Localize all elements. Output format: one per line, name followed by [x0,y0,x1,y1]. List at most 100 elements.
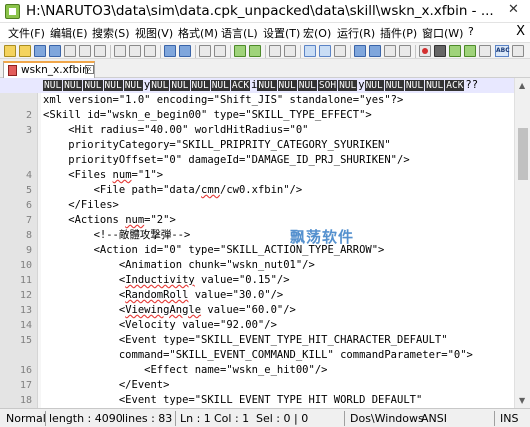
menu-run[interactable]: 运行(R) [337,25,375,41]
status-insert-mode[interactable]: INS [500,412,518,425]
text-token: y [358,79,365,91]
undo-icon[interactable] [164,45,176,57]
scroll-down-arrow-icon[interactable]: ▼ [519,396,525,405]
notepad-plus-plus-icon [5,4,20,19]
save-macro-icon[interactable] [479,45,491,57]
menu-search[interactable]: 搜索(S) [92,25,130,41]
menu-format[interactable]: 格式(M) [178,25,218,41]
save-all-icon[interactable] [49,45,61,57]
line-number: 8 [25,230,32,241]
spell-check-icon[interactable]: ABC [495,45,510,57]
menu-help[interactable]: ? [468,25,474,38]
status-line: Ln : 1 [180,412,211,425]
menu-window[interactable]: 窗口(W) [422,25,463,41]
close-window-button[interactable]: ✕ [508,2,519,17]
paste-icon[interactable] [144,45,156,57]
code-line[interactable]: command="SKILL_EVENT_COMMAND_KILL" comma… [0,348,514,363]
folder-workspace-icon[interactable] [399,45,411,57]
spell-options-icon[interactable] [512,45,524,57]
zoom-in-icon[interactable] [234,45,246,57]
code-text: <RandomRoll value="30.0"/> [43,289,284,301]
new-file-icon[interactable] [4,45,16,57]
code-line[interactable]: NUL NUL NUL NUL NUL yNUL NUL NUL NUL ACK iNUL NUL NU… [0,78,514,93]
indent-guide-icon[interactable] [334,45,346,57]
save-icon[interactable] [34,45,46,57]
control-char-token: NUL [63,80,83,91]
sync-vertical-icon[interactable] [269,45,281,57]
code-line[interactable]: 9 <Action id="0" type="SKILL_ACTION_TYPE… [0,243,514,258]
toolbar-separator [265,45,266,58]
replace-icon[interactable] [214,45,226,57]
menu-file[interactable]: 文件(F) [8,25,45,41]
code-line[interactable]: 11 <Inductivity value="0.15"/> [0,273,514,288]
control-char-token: NUL [150,80,170,91]
close-file-icon[interactable] [64,45,76,57]
control-char-token: NUL [257,80,277,91]
status-bar: Normal length : 4090 lines : 83 Ln : 1 C… [0,408,530,427]
toolbar: ABC [0,42,530,59]
line-number: 3 [25,125,32,136]
sync-horizontal-icon[interactable] [284,45,296,57]
show-all-characters-icon[interactable] [319,45,331,57]
code-line[interactable]: 14 <Velocity value="92.00"/> [0,318,514,333]
code-line[interactable]: xml version="1.0" encoding="Shift_JIS" s… [0,93,514,108]
line-number: 6 [25,200,32,211]
tab-close-button[interactable]: x [85,65,94,74]
line-number: 15 [19,335,32,346]
menu-settings[interactable]: 设置(T) [263,25,300,41]
code-text: xml version="1.0" encoding="Shift_JIS" s… [43,94,404,106]
code-line[interactable]: 15 <Event type="SKILL_EVENT_TYPE_HIT_CHA… [0,333,514,348]
function-list-icon[interactable] [384,45,396,57]
stop-recording-icon[interactable] [434,45,446,57]
vertical-scrollbar[interactable]: ▲ ▼ [514,78,530,408]
find-icon[interactable] [199,45,211,57]
status-separator [45,411,46,426]
redo-icon[interactable] [179,45,191,57]
menu-plugins[interactable]: 插件(P) [380,25,417,41]
code-line[interactable]: priorityCategory="SKILL_PRIPRITY_CATEGOR… [0,138,514,153]
play-macro-icon[interactable] [449,45,461,57]
code-text: <Event type="SKILL_EVENT_TYPE_HIT_CHARAC… [43,334,448,346]
run-macro-multiple-icon[interactable] [464,45,476,57]
open-file-icon[interactable] [19,45,31,57]
code-text: priorityOffset="0" damageId="DAMAGE_ID_P… [43,154,410,166]
code-line[interactable]: priorityOffset="0" damageId="DAMAGE_ID_P… [0,153,514,168]
code-line[interactable]: 6 </Files> [0,198,514,213]
zoom-out-icon[interactable] [249,45,261,57]
user-language-icon[interactable] [354,45,366,57]
code-line[interactable]: 18 <Event type="SKILL EVENT TYPE HIT WOR… [0,393,514,408]
code-line[interactable]: 3 <Hit radius="40.00" worldHitRadius="0" [0,123,514,138]
copy-icon[interactable] [129,45,141,57]
line-number: 4 [25,170,32,181]
scroll-up-arrow-icon[interactable]: ▲ [519,81,525,90]
menu-view[interactable]: 视图(V) [135,25,173,41]
record-macro-icon[interactable] [419,45,431,57]
print-icon[interactable] [94,45,106,57]
code-line[interactable]: 4 <Files num="1"> [0,168,514,183]
code-text: <Event type="SKILL EVENT TYPE HIT WORLD … [43,394,423,406]
code-line[interactable]: 7 <Actions num="2"> [0,213,514,228]
code-line[interactable]: 10 <Animation chunk="wskn_nut01"/> [0,258,514,273]
code-line[interactable]: 16 <Effect name="wskn_e_hit00"/> [0,363,514,378]
tab-wskn-x-xfbin[interactable]: wskn_x.xfbin x [3,61,95,78]
status-encoding[interactable]: ANSI [421,412,447,425]
code-line[interactable]: 5 <File path="data/cmn/cw0.xfbin"/> [0,183,514,198]
status-eol-format[interactable]: Dos\Windows [350,412,424,425]
code-line[interactable]: 17 </Event> [0,378,514,393]
word-wrap-icon[interactable] [304,45,316,57]
code-line[interactable]: 2 <Skill id="wskn_e_begin00" type="SKILL_… [0,108,514,123]
menu-language[interactable]: 语言(L) [221,25,258,41]
close-document-button[interactable]: X [516,24,525,39]
code-text: <File path="data/cmn/cw0.xfbin"/> [43,184,303,196]
code-editor[interactable]: NUL NUL NUL NUL NUL yNUL NUL NUL NUL ACK iNUL NUL NU… [0,78,514,408]
cut-icon[interactable] [114,45,126,57]
code-line[interactable]: 13 <ViewingAngle value="60.0"/> [0,303,514,318]
code-line[interactable]: 12 <RandomRoll value="30.0"/> [0,288,514,303]
code-line[interactable]: 8 <!--敵體攻撃弾--> [0,228,514,243]
scrollbar-thumb[interactable] [518,128,528,180]
menu-macro[interactable]: 宏(O) [303,25,331,41]
doc-map-icon[interactable] [369,45,381,57]
control-char-token: NUL [190,80,210,91]
close-all-icon[interactable] [79,45,91,57]
menu-edit[interactable]: 编辑(E) [50,25,88,41]
